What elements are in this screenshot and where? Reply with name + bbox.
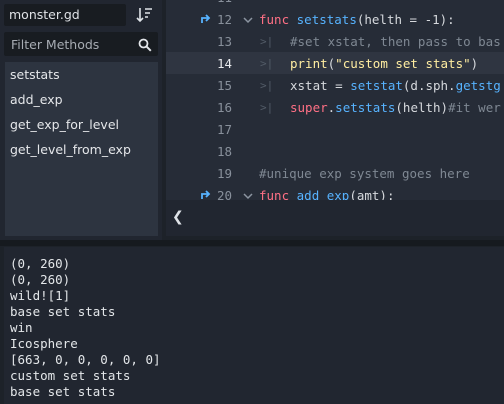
- line-number: 17: [216, 122, 232, 137]
- code-line-15: xstat = setstat(d.sph.getstg: [290, 78, 501, 93]
- output-line: [663, 0, 0, 0, 0, 0]: [10, 352, 161, 367]
- collapse-panel-button[interactable]: ❮: [172, 209, 184, 225]
- code-line-13: #set xstat, then pass to bas: [290, 34, 501, 49]
- output-line: win: [10, 320, 33, 335]
- panel-divider[interactable]: [0, 240, 504, 246]
- line-number: 13: [216, 34, 232, 49]
- output-line: (0, 260): [10, 256, 71, 271]
- output-line: (0, 260): [10, 272, 71, 287]
- indent-marker-icon: >|: [260, 101, 274, 114]
- filter-methods-input[interactable]: [4, 32, 128, 56]
- line-number-current: 14: [216, 56, 232, 71]
- line-number: 19: [216, 166, 232, 181]
- output-line: wild![1]: [10, 288, 71, 303]
- method-item[interactable]: get_level_from_exp: [10, 142, 131, 157]
- method-item[interactable]: get_exp_for_level: [10, 117, 119, 132]
- code-line-14: print("custom set stats"): [290, 56, 479, 71]
- fold-chevron-icon[interactable]: [243, 191, 253, 200]
- line-number: 20: [216, 188, 232, 200]
- output-line: base set stats: [10, 304, 116, 319]
- output-line: base set stats: [10, 384, 116, 399]
- method-item[interactable]: setstats: [10, 67, 60, 82]
- methods-list: setstats add_exp get_exp_for_level get_l…: [5, 62, 158, 236]
- output-panel: (0, 260) (0, 260) wild![1] base set stat…: [4, 247, 504, 404]
- indent-marker-icon: >|: [260, 57, 274, 70]
- line-number: 11: [166, 0, 232, 5]
- line-number: 18: [216, 144, 232, 159]
- indent-marker-icon: >|: [260, 35, 274, 48]
- line-number: 16: [216, 100, 232, 115]
- fold-chevron-icon[interactable]: [243, 15, 253, 25]
- code-line-12: func setstats(helth = -1):: [259, 12, 455, 27]
- output-line: custom set stats: [10, 368, 131, 383]
- code-line-19: #unique exp system goes here: [259, 166, 470, 181]
- filter-methods-field[interactable]: [4, 32, 158, 56]
- line-number: 12: [216, 12, 232, 27]
- editor-status-bar: ❮: [166, 200, 504, 236]
- script-filename[interactable]: monster.gd: [4, 4, 126, 26]
- code-line-20: func add_exp(amt):: [259, 188, 395, 200]
- code-editor[interactable]: 11 12 func setstats(helth = -1): 13 >| #…: [166, 0, 504, 200]
- code-line-16: super.setstats(helth)#it wer: [290, 100, 501, 115]
- search-icon: [138, 37, 152, 52]
- sort-icon[interactable]: [134, 4, 156, 26]
- indent-marker-icon: >|: [260, 79, 274, 92]
- output-line: Icosphere: [10, 336, 78, 351]
- line-number: 15: [216, 78, 232, 93]
- method-item[interactable]: add_exp: [10, 92, 63, 107]
